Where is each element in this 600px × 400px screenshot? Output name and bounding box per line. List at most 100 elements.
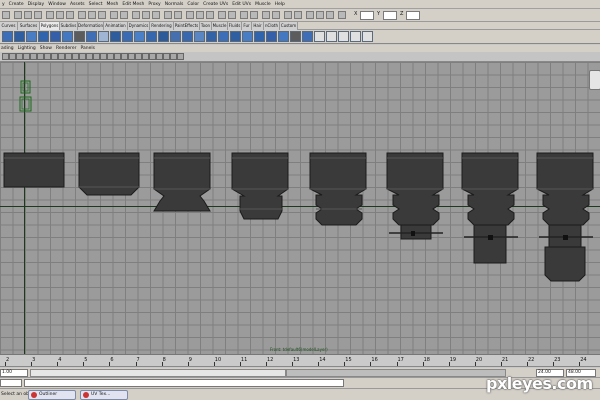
shelf-tool-icon[interactable] <box>122 31 133 42</box>
status-tool-icon[interactable] <box>186 11 194 19</box>
status-tool-icon[interactable] <box>240 11 248 19</box>
panel-menu-item[interactable]: Renderer <box>56 46 77 51</box>
status-tool-icon[interactable] <box>88 11 96 19</box>
model-stage-1[interactable] <box>3 152 66 189</box>
panel-tool-icon[interactable] <box>86 53 93 60</box>
shelf-tool-icon[interactable] <box>230 31 241 42</box>
shelf-tool-icon[interactable] <box>314 31 325 42</box>
status-tool-icon[interactable] <box>152 11 160 19</box>
taskbar-outliner-button[interactable]: Outliner <box>28 390 76 400</box>
menu-item[interactable]: Proxy <box>148 2 160 7</box>
menu-item[interactable]: Select <box>89 2 103 7</box>
shelf-tool-icon[interactable] <box>242 31 253 42</box>
shelf-tool-icon[interactable] <box>2 31 13 42</box>
status-tool-icon[interactable] <box>174 11 182 19</box>
shelf-tab-painteffects[interactable]: PaintEffects <box>174 22 200 30</box>
shelf-tool-icon[interactable] <box>350 31 361 42</box>
panel-tool-icon[interactable] <box>142 53 149 60</box>
status-tool-icon[interactable] <box>14 11 22 19</box>
menu-item[interactable]: Edit Mesh <box>122 2 144 7</box>
shelf-tool-icon[interactable] <box>170 31 181 42</box>
menu-item[interactable]: Window <box>48 2 66 7</box>
status-tool-icon[interactable] <box>132 11 140 19</box>
shelf-tab-fluids[interactable]: Fluids <box>228 22 242 30</box>
x-field[interactable] <box>360 11 374 20</box>
panel-tool-icon[interactable] <box>170 53 177 60</box>
panel-tool-icon[interactable] <box>93 53 100 60</box>
panel-menu-item[interactable]: Lighting <box>18 46 36 51</box>
shelf-tab-custom[interactable]: Custom <box>280 22 298 30</box>
status-tool-icon[interactable] <box>2 11 10 19</box>
status-tool-icon[interactable] <box>218 11 226 19</box>
panel-tool-icon[interactable] <box>156 53 163 60</box>
status-tool-icon[interactable] <box>262 11 270 19</box>
shelf-tab-animation[interactable]: Animation <box>104 22 128 30</box>
shelf-tab-muscle[interactable]: Muscle <box>212 22 228 30</box>
panel-tool-icon[interactable] <box>149 53 156 60</box>
panel-tool-icon[interactable] <box>16 53 23 60</box>
shelf-tool-icon[interactable] <box>14 31 25 42</box>
status-tool-icon[interactable] <box>338 11 346 19</box>
shelf-tool-icon[interactable] <box>254 31 265 42</box>
model-stage-3[interactable] <box>152 152 214 213</box>
status-tool-icon[interactable] <box>294 11 302 19</box>
panel-tool-icon[interactable] <box>23 53 30 60</box>
range-bar[interactable] <box>30 369 286 377</box>
model-stage-2[interactable] <box>78 152 142 198</box>
panel-menu-item[interactable]: ading <box>1 46 14 51</box>
panel-tool-icon[interactable] <box>135 53 142 60</box>
status-tool-icon[interactable] <box>34 11 42 19</box>
panel-tool-icon[interactable] <box>100 53 107 60</box>
shelf-tab-curves[interactable]: Curves <box>0 22 18 30</box>
menu-item[interactable]: y <box>2 2 5 7</box>
shelf-tab-rendering[interactable]: Rendering <box>150 22 174 30</box>
model-stage-6[interactable] <box>385 152 447 243</box>
panel-tool-icon[interactable] <box>51 53 58 60</box>
view-cube-widget[interactable] <box>589 70 600 90</box>
front-viewport[interactable]: Front: tdefault6(modelLayer) <box>0 62 600 354</box>
shelf-tool-icon[interactable] <box>362 31 373 42</box>
shelf-tool-icon[interactable] <box>194 31 205 42</box>
menu-item[interactable]: Create <box>9 2 24 7</box>
range-handle[interactable] <box>286 369 506 377</box>
status-tool-icon[interactable] <box>306 11 314 19</box>
shelf-tool-icon[interactable] <box>338 31 349 42</box>
menu-item[interactable]: Assets <box>70 2 85 7</box>
status-tool-icon[interactable] <box>120 11 128 19</box>
shelf-tool-icon[interactable] <box>98 31 109 42</box>
time-slider[interactable]: 2 3 4 5 6 7 8 9 10 11 12 13 14 15 16 17 18 19 20 21 22 23 24 <box>0 354 600 367</box>
status-tool-icon[interactable] <box>46 11 54 19</box>
panel-menu-item[interactable]: Show <box>40 46 52 51</box>
menu-item[interactable]: Help <box>275 2 285 7</box>
shelf-tab-hair[interactable]: Hair <box>252 22 264 30</box>
shelf-tool-icon[interactable] <box>278 31 289 42</box>
shelf-tool-icon[interactable] <box>62 31 73 42</box>
status-tool-icon[interactable] <box>206 11 214 19</box>
status-tool-icon[interactable] <box>250 11 258 19</box>
shelf-tool-icon[interactable] <box>38 31 49 42</box>
command-input[interactable] <box>0 379 22 387</box>
shelf-tool-icon[interactable] <box>26 31 37 42</box>
panel-tool-icon[interactable] <box>44 53 51 60</box>
panel-tool-icon[interactable] <box>121 53 128 60</box>
menu-item[interactable]: Display <box>28 2 45 7</box>
shelf-tool-icon[interactable] <box>86 31 97 42</box>
status-tool-icon[interactable] <box>326 11 334 19</box>
status-tool-icon[interactable] <box>142 11 150 19</box>
shelf-tab-dynamics[interactable]: Dynamics <box>128 22 150 30</box>
panel-tool-icon[interactable] <box>9 53 16 60</box>
model-stage-8[interactable] <box>535 152 597 283</box>
menu-item[interactable]: Muscle <box>255 2 271 7</box>
y-field[interactable] <box>383 11 397 20</box>
shelf-tab-surfaces[interactable]: Surfaces <box>18 22 40 30</box>
panel-tool-icon[interactable] <box>37 53 44 60</box>
panel-tool-icon[interactable] <box>163 53 170 60</box>
shelf-tool-icon[interactable] <box>110 31 121 42</box>
menu-item[interactable]: Create UVs <box>203 2 228 7</box>
status-tool-icon[interactable] <box>164 11 172 19</box>
shelf-tool-icon[interactable] <box>146 31 157 42</box>
shelf-tool-icon[interactable] <box>182 31 193 42</box>
menu-item[interactable]: Color <box>187 2 199 7</box>
model-stage-5[interactable] <box>308 152 370 227</box>
range-start-field[interactable]: 1.00 <box>0 369 28 377</box>
